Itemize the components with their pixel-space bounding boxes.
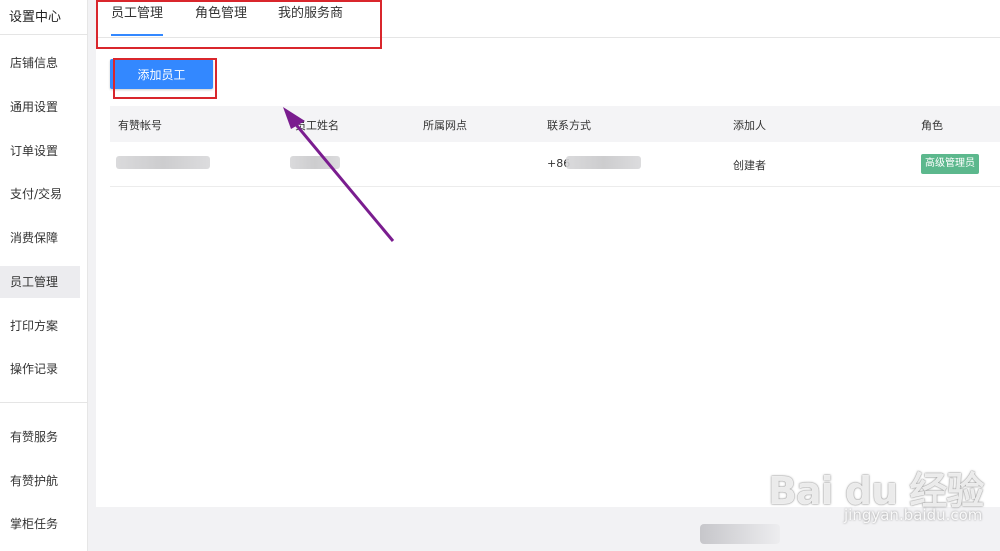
blurred-account — [116, 156, 210, 169]
sidebar-item-operation-log[interactable]: 操作记录 — [0, 353, 80, 385]
column-header-role: 角色 — [921, 119, 943, 132]
blurred-phone — [566, 156, 641, 169]
added-by-value: 创建者 — [733, 159, 766, 172]
staff-table: 有赞帐号 员工姓名 所属网点 联系方式 添加人 角色 +86 创建者 高级管理员 — [110, 106, 1000, 187]
sidebar: 设置中心 店铺信息 通用设置 订单设置 支付/交易 消费保障 员工管理 打印方案… — [0, 0, 88, 551]
sidebar-divider — [0, 402, 88, 403]
sidebar-divider — [0, 34, 88, 35]
column-header-contact: 联系方式 — [547, 119, 591, 132]
sidebar-title: 设置中心 — [9, 10, 62, 25]
sidebar-item-youzan-service[interactable]: 有赞服务 — [0, 421, 80, 453]
sidebar-item-store-info[interactable]: 店铺信息 — [0, 47, 80, 79]
tab-bar: 员工管理 角色管理 我的服务商 — [96, 0, 1000, 38]
tab-role-management[interactable]: 角色管理 — [195, 0, 247, 38]
sidebar-item-youzan-guard[interactable]: 有赞护航 — [0, 465, 80, 497]
main-panel: 员工管理 角色管理 我的服务商 添加员工 有赞帐号 员工姓名 所属网点 联系方式… — [96, 0, 1000, 507]
column-header-branch: 所属网点 — [423, 119, 467, 132]
column-header-staff-name: 员工姓名 — [295, 119, 339, 132]
tab-staff-management[interactable]: 员工管理 — [111, 0, 164, 38]
tab-my-service-providers[interactable]: 我的服务商 — [278, 0, 343, 38]
watermark-url: jingyan.baidu.com — [844, 506, 983, 524]
sidebar-item-payment[interactable]: 支付/交易 — [0, 178, 80, 210]
column-header-account: 有赞帐号 — [118, 119, 162, 132]
sidebar-item-staff-management[interactable]: 员工管理 — [0, 266, 80, 298]
sidebar-item-shopkeeper-tasks[interactable]: 掌柜任务 — [0, 508, 80, 540]
column-header-added-by: 添加人 — [733, 119, 766, 132]
sidebar-item-order-settings[interactable]: 订单设置 — [0, 135, 80, 167]
blurred-staff-name — [290, 156, 340, 169]
sidebar-item-print-plan[interactable]: 打印方案 — [0, 310, 80, 342]
sidebar-item-general-settings[interactable]: 通用设置 — [0, 91, 80, 123]
sidebar-item-consumer-protection[interactable]: 消费保障 — [0, 222, 80, 254]
table-row[interactable]: +86 创建者 高级管理员 — [110, 142, 1000, 187]
watermark: Bai du 经验 jingyan.baidu.com — [760, 450, 1000, 540]
table-header: 有赞帐号 员工姓名 所属网点 联系方式 添加人 角色 — [110, 106, 1000, 142]
role-badge: 高级管理员 — [921, 154, 979, 174]
add-staff-button[interactable]: 添加员工 — [110, 59, 213, 89]
